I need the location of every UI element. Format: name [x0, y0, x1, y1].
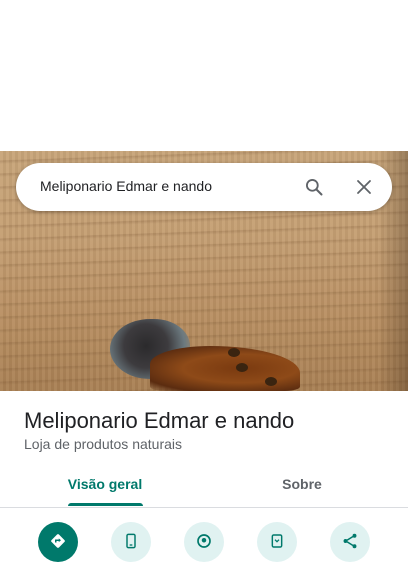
resin-patch [150, 346, 300, 391]
search-query-text[interactable]: Meliponario Edmar e nando [40, 178, 212, 194]
place-title: Meliponario Edmar e nando [24, 408, 295, 433]
tab-about[interactable]: Sobre [218, 466, 386, 508]
directions-button[interactable] [38, 522, 78, 562]
place-category[interactable]: Loja de produtos naturais [24, 436, 182, 452]
search-bar[interactable]: Meliponario Edmar e nando [16, 163, 392, 211]
tab-overview[interactable]: Visão geral [21, 466, 189, 508]
directions-icon [51, 534, 65, 548]
close-button[interactable] [344, 167, 384, 207]
divider [0, 507, 408, 508]
nearby-button[interactable] [184, 522, 224, 562]
close-icon [357, 180, 371, 194]
action-buttons [0, 520, 408, 562]
bee [236, 363, 248, 372]
share-icon [343, 533, 357, 549]
tab-bar: Visão geral Sobre [0, 466, 408, 508]
bee [265, 377, 277, 386]
nearby-icon [197, 534, 211, 548]
save-button[interactable] [257, 522, 297, 562]
bee [228, 348, 240, 357]
map-blank-area [0, 0, 408, 151]
search-icon [306, 179, 323, 196]
save-icon [271, 534, 283, 548]
share-button[interactable] [330, 522, 370, 562]
search-button[interactable] [294, 167, 334, 207]
phone-icon [126, 533, 136, 549]
tab-selected-indicator [68, 503, 143, 506]
call-button[interactable] [111, 522, 151, 562]
